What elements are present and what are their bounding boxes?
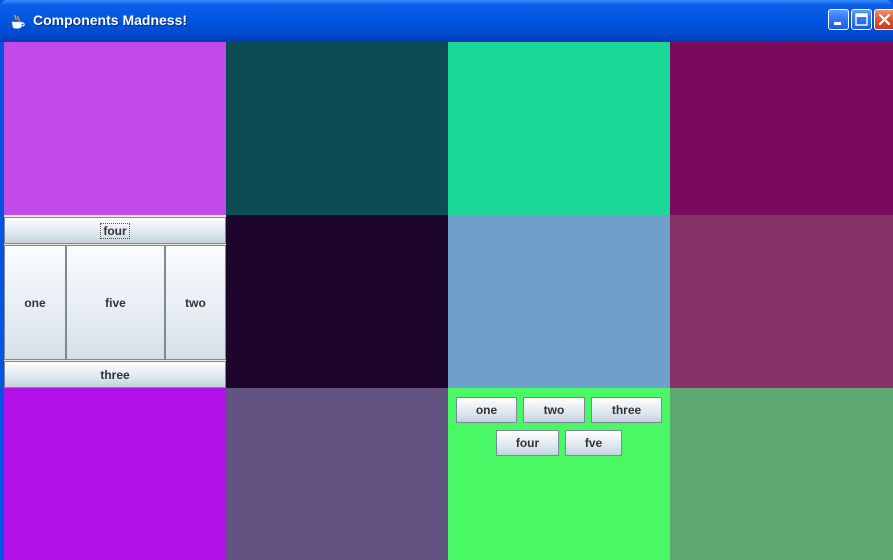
color-panel-r1c2 xyxy=(226,42,448,215)
color-panel-r3c2 xyxy=(226,388,448,560)
flow-button-four[interactable]: four xyxy=(496,430,559,456)
button-one-label: one xyxy=(24,295,46,310)
flow-button-two-label: two xyxy=(543,403,565,417)
app-window: Components Madness! four one five two th… xyxy=(0,0,893,560)
window-title: Components Madness! xyxy=(33,12,188,28)
flow-layout-panel: one two three four fve xyxy=(448,388,670,560)
button-four[interactable]: four xyxy=(4,217,226,244)
minimize-icon xyxy=(834,22,841,25)
flow-button-one-label: one xyxy=(475,403,498,417)
border-layout-panel: four one five two three xyxy=(4,215,226,388)
minimize-button[interactable] xyxy=(828,9,849,30)
button-three[interactable]: three xyxy=(4,361,226,388)
button-one[interactable]: one xyxy=(4,245,66,360)
button-two-label: two xyxy=(185,295,206,310)
flow-button-two[interactable]: two xyxy=(523,397,585,423)
maximize-icon xyxy=(855,13,868,26)
close-button[interactable] xyxy=(874,9,893,30)
flow-button-three-label: three xyxy=(611,403,642,417)
color-panel-r2c3 xyxy=(448,215,670,388)
color-panel-r1c1 xyxy=(4,42,226,215)
flow-button-fve-label: fve xyxy=(584,436,603,450)
java-cup-icon[interactable] xyxy=(10,14,26,30)
button-five[interactable]: five xyxy=(66,245,165,360)
flow-button-four-label: four xyxy=(515,436,540,450)
flow-button-fve[interactable]: fve xyxy=(565,430,622,456)
button-three-label: three xyxy=(100,367,130,382)
close-icon xyxy=(878,13,891,26)
color-panel-r1c3 xyxy=(448,42,670,215)
maximize-button[interactable] xyxy=(851,9,872,30)
flow-button-one[interactable]: one xyxy=(456,397,517,423)
color-panel-r3c1 xyxy=(4,388,226,560)
button-two[interactable]: two xyxy=(165,245,226,360)
color-panel-r2c2 xyxy=(226,215,448,388)
flow-button-three[interactable]: three xyxy=(591,397,662,423)
color-panel-r3c4 xyxy=(670,388,893,560)
color-panel-r2c4 xyxy=(670,215,893,388)
color-panel-r1c4 xyxy=(670,42,893,215)
grid-panel: four one five two three one two three fo… xyxy=(4,42,893,560)
button-four-label: four xyxy=(100,222,130,239)
title-bar[interactable]: Components Madness! xyxy=(0,0,893,42)
button-five-label: five xyxy=(105,295,126,310)
